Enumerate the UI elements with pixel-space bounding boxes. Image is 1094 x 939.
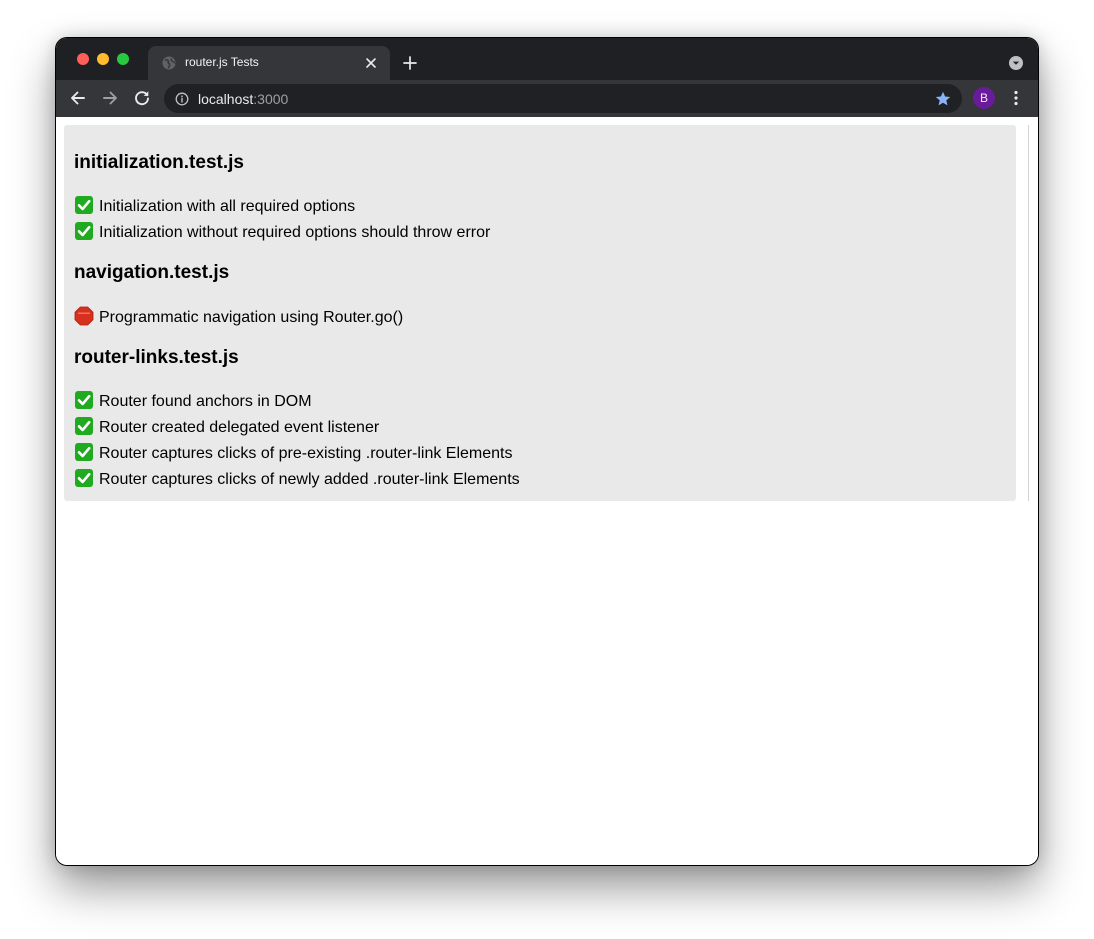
test-label: Programmatic navigation using Router.go(… xyxy=(99,309,404,326)
chevron-down-circle-icon[interactable] xyxy=(1008,55,1024,71)
url-port: :3000 xyxy=(253,91,289,107)
page-viewport: initialization.test.js Initialization wi… xyxy=(56,117,1038,865)
close-icon[interactable] xyxy=(364,56,378,70)
test-label: Router created delegated event listener xyxy=(99,419,380,436)
test-row: Router captures clicks of pre-existing .… xyxy=(74,442,513,464)
suite-title: router-links.test.js xyxy=(74,347,239,368)
test-label: Initialization with all required options xyxy=(99,198,356,215)
reload-icon[interactable] xyxy=(132,88,152,108)
url-host: localhost xyxy=(198,91,254,107)
zoom-window-button[interactable] xyxy=(117,53,129,65)
browser-toolbar: localhost:3000 B xyxy=(56,80,1038,117)
suite-title: navigation.test.js xyxy=(74,262,230,283)
arrow-left-icon[interactable] xyxy=(68,88,88,108)
tab-strip: router.js Tests xyxy=(56,38,1038,80)
check-mark-icon xyxy=(75,391,93,409)
test-row: Router created delegated event listener xyxy=(74,416,379,438)
arrow-right-icon[interactable] xyxy=(100,88,120,108)
test-row: Initialization without required options … xyxy=(74,221,490,243)
check-mark-icon xyxy=(75,417,93,435)
test-row: Programmatic navigation using Router.go(… xyxy=(74,306,403,328)
plus-icon[interactable] xyxy=(402,55,418,71)
active-tab[interactable]: router.js Tests xyxy=(148,46,390,80)
suite-title: initialization.test.js xyxy=(74,152,244,173)
test-label: Initialization without required options … xyxy=(99,224,491,241)
tab-title: router.js Tests xyxy=(185,55,259,69)
kebab-menu-icon[interactable] xyxy=(1009,89,1023,107)
stop-sign-icon xyxy=(74,306,94,326)
address-bar[interactable]: localhost:3000 xyxy=(164,84,962,113)
profile-avatar[interactable]: B xyxy=(973,87,995,109)
check-mark-icon xyxy=(75,222,93,240)
info-icon[interactable] xyxy=(175,92,189,106)
check-mark-icon xyxy=(75,443,93,461)
test-report: initialization.test.js Initialization wi… xyxy=(64,125,1016,501)
frame-divider xyxy=(1028,125,1029,501)
check-mark-icon xyxy=(75,469,93,487)
check-mark-icon xyxy=(75,196,93,214)
browser-window: router.js Tests localhost:3000 B initial… xyxy=(56,38,1038,865)
star-icon[interactable] xyxy=(934,90,952,108)
test-row: Router captures clicks of newly added .r… xyxy=(74,468,520,490)
globe-icon xyxy=(162,56,176,70)
test-row: Router found anchors in DOM xyxy=(74,390,312,412)
minimize-window-button[interactable] xyxy=(97,53,109,65)
test-label: Router captures clicks of newly added .r… xyxy=(99,471,520,488)
url-text: localhost:3000 xyxy=(198,91,288,107)
test-row: Initialization with all required options xyxy=(74,195,355,217)
close-window-button[interactable] xyxy=(77,53,89,65)
test-label: Router captures clicks of pre-existing .… xyxy=(99,445,513,462)
test-label: Router found anchors in DOM xyxy=(99,393,312,410)
